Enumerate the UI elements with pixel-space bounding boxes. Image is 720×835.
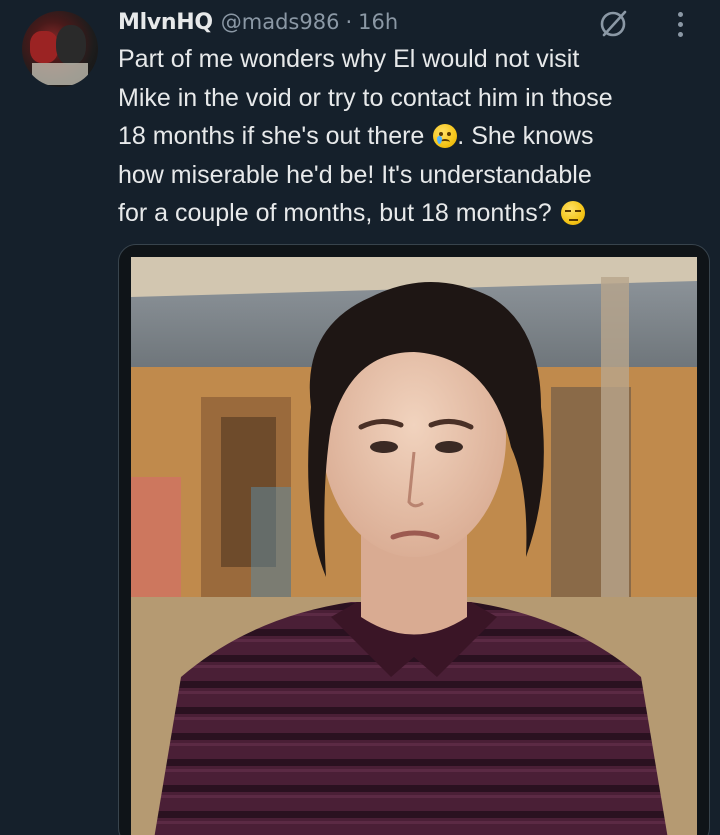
tweet-text-segment: 18 months if she's out there xyxy=(118,122,425,150)
author-name[interactable]: MlvnHQ xyxy=(118,10,213,35)
tweet-text-line: 18 months if she's out there . She knows xyxy=(118,117,708,156)
tweet-text-segment: for a couple of months, but 18 months? xyxy=(118,199,552,227)
tweet: MlvnHQ @mads986 · 16h Part of me wonders… xyxy=(0,0,720,835)
unamused-face-emoji-icon xyxy=(560,201,585,225)
crying-face-emoji-icon xyxy=(433,124,458,148)
tweet-header: MlvnHQ @mads986 · 16h xyxy=(118,4,398,40)
tweet-text-line: for a couple of months, but 18 months? xyxy=(118,194,708,233)
more-options-icon[interactable] xyxy=(670,8,690,40)
grok-icon[interactable] xyxy=(596,6,632,40)
tweet-media[interactable] xyxy=(118,244,710,835)
tweet-text-line: Mike in the void or try to contact him i… xyxy=(118,83,613,112)
tweet-text-line: Part of me wonders why El would not visi… xyxy=(118,45,580,73)
author-handle[interactable]: @mads986 xyxy=(221,10,340,34)
photo-image xyxy=(131,257,697,835)
tweet-text: Part of me wonders why El would not visi… xyxy=(118,40,708,233)
avatar[interactable] xyxy=(22,11,98,87)
tweet-text-line: how miserable he'd be! It's understandab… xyxy=(118,160,592,189)
tweet-text-segment: . She knows xyxy=(457,122,594,150)
separator: · xyxy=(345,10,353,34)
tweet-photo[interactable] xyxy=(131,257,697,835)
timestamp[interactable]: 16h xyxy=(358,10,398,34)
